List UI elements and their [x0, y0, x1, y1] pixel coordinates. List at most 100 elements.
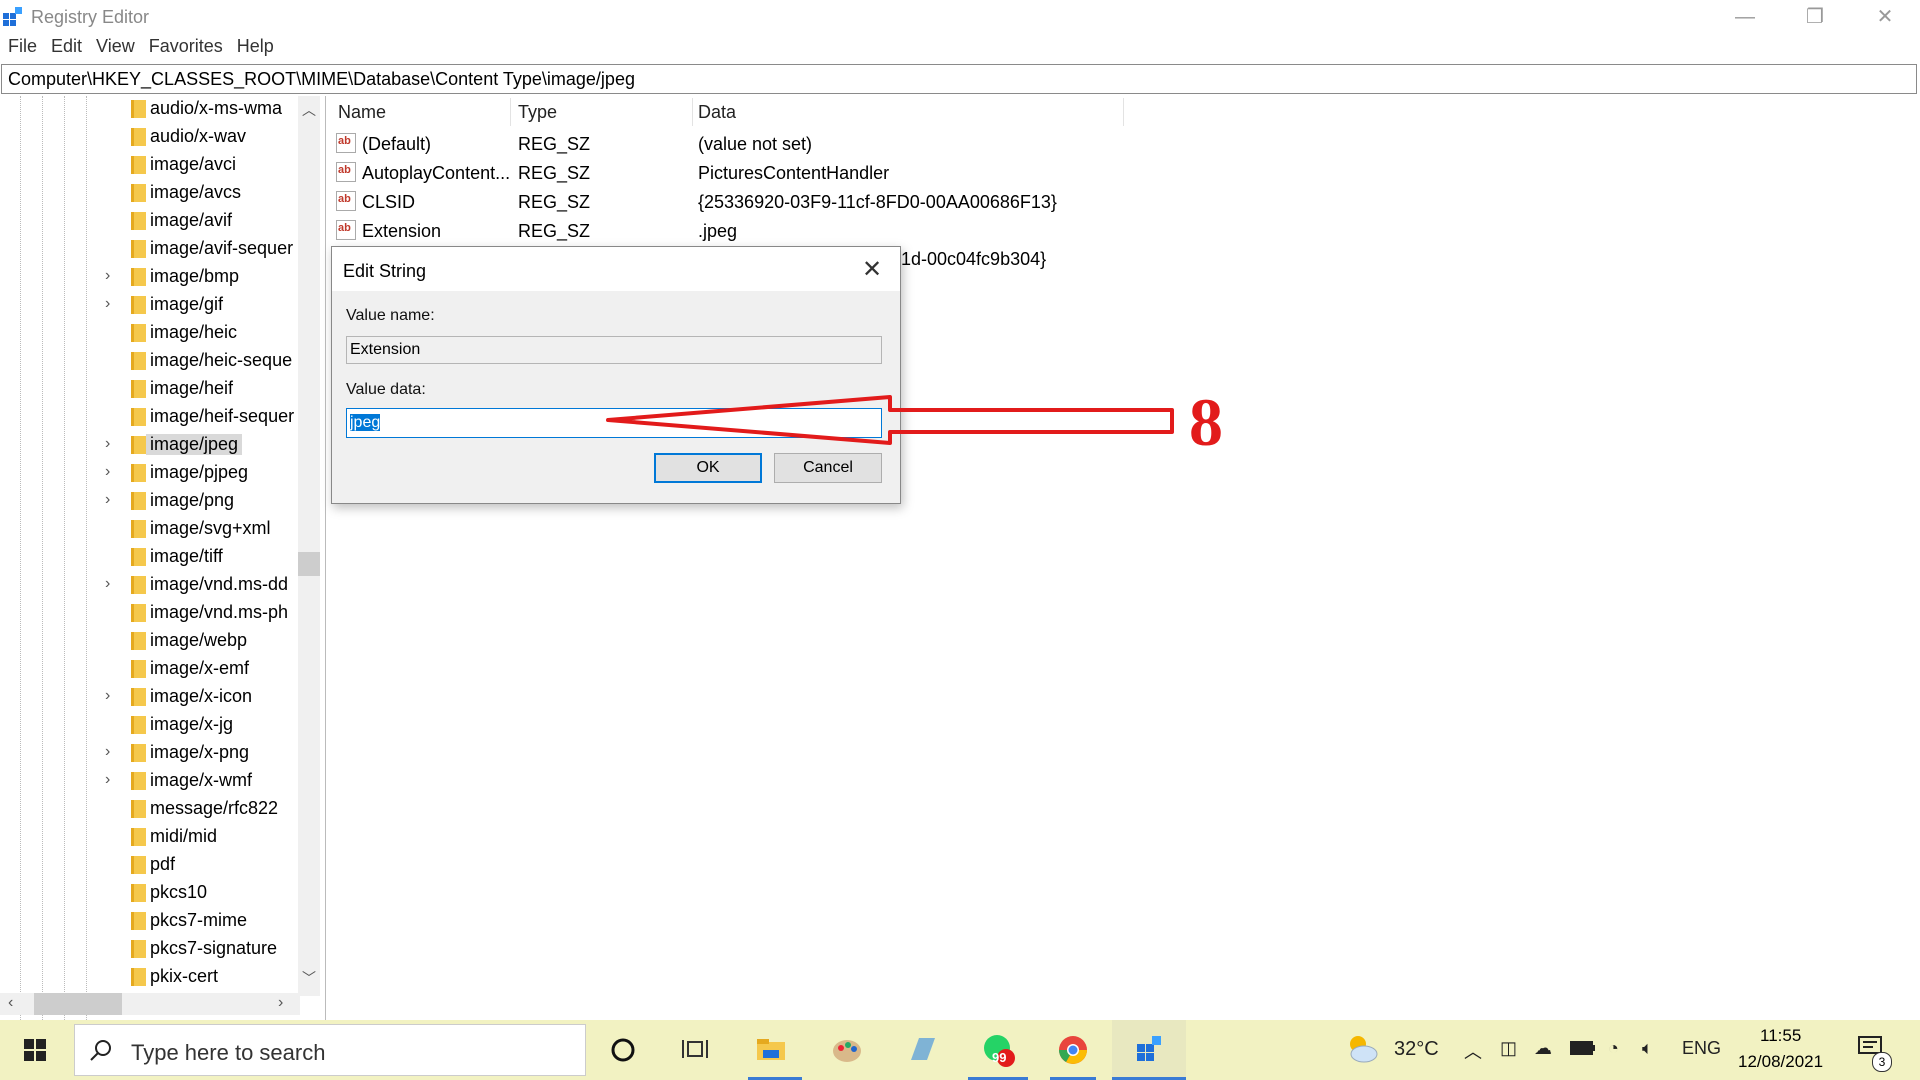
- tree-item[interactable]: image/heic: [0, 319, 300, 347]
- tree-item[interactable]: image/tiff: [0, 543, 300, 571]
- expand-chevron-icon[interactable]: ›: [105, 575, 110, 593]
- expand-chevron-icon[interactable]: ›: [105, 463, 110, 481]
- meet-now-icon[interactable]: ◫: [1500, 1038, 1517, 1059]
- tree-item[interactable]: › image/vnd.ms-dd: [0, 571, 300, 599]
- value-data-input[interactable]: jpeg: [346, 408, 882, 438]
- task-view-icon[interactable]: [672, 1028, 718, 1072]
- paint-icon[interactable]: [824, 1028, 870, 1072]
- value-row[interactable]: ab (Default) REG_SZ (value not set): [330, 130, 1130, 158]
- tree-item[interactable]: › image/x-wmf: [0, 767, 300, 795]
- notepad-icon[interactable]: [900, 1028, 946, 1072]
- ok-button[interactable]: OK: [654, 453, 762, 483]
- tree-item[interactable]: › image/x-png: [0, 739, 300, 767]
- close-window-button[interactable]: ✕: [1850, 0, 1920, 34]
- tree-item[interactable]: image/heif-sequer: [0, 403, 300, 431]
- string-value-icon: ab: [336, 133, 356, 153]
- volume-icon[interactable]: 🔈︎: [1642, 1038, 1653, 1059]
- wifi-icon[interactable]: ◔: [1608, 1038, 1619, 1059]
- tree-item[interactable]: midi/mid: [0, 823, 300, 851]
- clock-time[interactable]: 11:55: [1760, 1026, 1801, 1046]
- restore-button[interactable]: ❐: [1780, 0, 1850, 34]
- file-explorer-icon[interactable]: [748, 1028, 794, 1072]
- scroll-up-icon[interactable]: ︿: [302, 100, 316, 120]
- tree-item[interactable]: › image/gif: [0, 291, 300, 319]
- chrome-icon[interactable]: [1050, 1028, 1096, 1072]
- tree-item[interactable]: › image/pjpeg: [0, 459, 300, 487]
- tree-item[interactable]: image/vnd.ms-ph: [0, 599, 300, 627]
- expand-chevron-icon[interactable]: ›: [105, 267, 110, 285]
- tree-item[interactable]: pkcs10: [0, 879, 300, 907]
- tree-item[interactable]: audio/x-ms-wma: [0, 96, 300, 123]
- tray-chevron-up-icon[interactable]: ︿: [1464, 1038, 1482, 1064]
- weather-icon[interactable]: [1344, 1032, 1380, 1069]
- tree-item-label: pkcs10: [150, 882, 208, 902]
- menu-file[interactable]: File: [8, 36, 37, 56]
- battery-icon[interactable]: [1570, 1040, 1596, 1061]
- tree-item[interactable]: pkix-cert: [0, 963, 300, 991]
- menu-view[interactable]: View: [96, 36, 135, 56]
- address-bar[interactable]: Computer\HKEY_CLASSES_ROOT\MIME\Database…: [1, 64, 1917, 94]
- tree-item[interactable]: image/heif: [0, 375, 300, 403]
- scroll-right-icon[interactable]: ›: [278, 994, 283, 1012]
- tree-vertical-scrollbar[interactable]: ︿ ﹀: [298, 96, 320, 996]
- clock-date[interactable]: 12/08/2021: [1738, 1052, 1823, 1072]
- tree-item[interactable]: › image/png: [0, 487, 300, 515]
- menu-help[interactable]: Help: [237, 36, 274, 56]
- expand-chevron-icon[interactable]: ›: [105, 435, 110, 453]
- tree-item[interactable]: message/rfc822: [0, 795, 300, 823]
- tree-item[interactable]: pkcs7-signature: [0, 935, 300, 963]
- tree-item-label: image/bmp: [150, 266, 240, 286]
- tree-item[interactable]: image/avif-sequer: [0, 235, 300, 263]
- column-header-type[interactable]: Type: [518, 102, 557, 123]
- tree-item[interactable]: image/avcs: [0, 179, 300, 207]
- tree-item-label: image/vnd.ms-ph: [150, 602, 289, 622]
- folder-icon: [131, 492, 146, 510]
- value-name: Extension: [362, 221, 442, 241]
- value-name-field[interactable]: Extension: [346, 336, 882, 364]
- tree-hscroll-thumb[interactable]: [34, 993, 122, 1015]
- tree-item[interactable]: image/avci: [0, 151, 300, 179]
- value-row[interactable]: ab CLSID REG_SZ {25336920-03F9-11cf-8FD0-00…: [330, 188, 1130, 216]
- value-row[interactable]: ab AutoplayContent... REG_SZ PicturesConten…: [330, 159, 1130, 187]
- regedit-taskbar-icon[interactable]: [1126, 1028, 1172, 1072]
- expand-chevron-icon[interactable]: ›: [105, 687, 110, 705]
- menu-favorites[interactable]: Favorites: [149, 36, 223, 56]
- dialog-close-icon[interactable]: ✕: [862, 255, 882, 284]
- tree-item[interactable]: › image/jpeg: [0, 431, 300, 459]
- scroll-down-icon[interactable]: ﹀: [302, 968, 316, 988]
- tree-item[interactable]: audio/x-wav: [0, 123, 300, 151]
- expand-chevron-icon[interactable]: ›: [105, 295, 110, 313]
- tree-item[interactable]: image/svg+xml: [0, 515, 300, 543]
- tree-item[interactable]: › image/x-icon: [0, 683, 300, 711]
- language-indicator[interactable]: ENG: [1682, 1038, 1721, 1059]
- taskbar-search-box[interactable]: Type here to search: [74, 1024, 586, 1076]
- start-button[interactable]: [0, 1020, 70, 1080]
- tree-item[interactable]: image/x-jg: [0, 711, 300, 739]
- folder-icon: [131, 268, 146, 286]
- menu-edit[interactable]: Edit: [51, 36, 82, 56]
- minimize-button[interactable]: —: [1710, 0, 1780, 34]
- scroll-left-icon[interactable]: ‹: [8, 994, 13, 1012]
- value-row[interactable]: ab Extension REG_SZ .jpeg: [330, 217, 1130, 245]
- expand-chevron-icon[interactable]: ›: [105, 771, 110, 789]
- tree-item[interactable]: image/x-emf: [0, 655, 300, 683]
- tree-scroll-thumb[interactable]: [298, 552, 320, 576]
- temperature[interactable]: 32°C: [1394, 1038, 1439, 1061]
- folder-icon: [131, 184, 146, 202]
- tree-item[interactable]: › image/bmp: [0, 263, 300, 291]
- column-header-name[interactable]: Name: [338, 102, 386, 123]
- string-value-icon: ab: [336, 162, 356, 182]
- folder-icon: [131, 884, 146, 902]
- column-header-data[interactable]: Data: [698, 102, 736, 123]
- tree-item[interactable]: image/webp: [0, 627, 300, 655]
- cortana-icon[interactable]: [600, 1028, 646, 1072]
- tree-item[interactable]: pdf: [0, 851, 300, 879]
- tree-item[interactable]: image/avif: [0, 207, 300, 235]
- tree-item[interactable]: pkcs7-mime: [0, 907, 300, 935]
- expand-chevron-icon[interactable]: ›: [105, 743, 110, 761]
- onedrive-icon[interactable]: ☁: [1534, 1038, 1552, 1059]
- tree-item-label: pkcs7-signature: [150, 938, 278, 958]
- tree-item[interactable]: image/heic-seque: [0, 347, 300, 375]
- expand-chevron-icon[interactable]: ›: [105, 491, 110, 509]
- cancel-button[interactable]: Cancel: [774, 453, 882, 483]
